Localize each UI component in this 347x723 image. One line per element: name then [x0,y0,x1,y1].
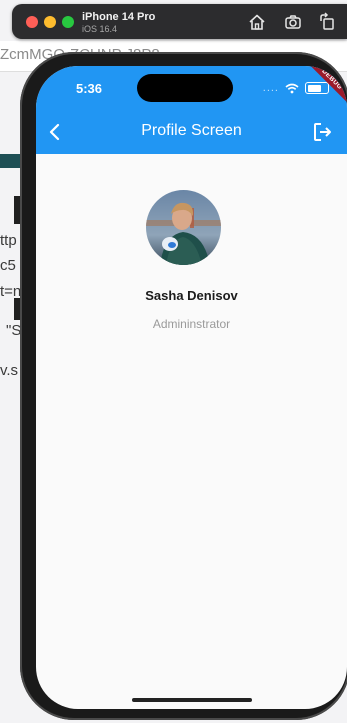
battery-level [307,84,322,92]
status-time: 5:36 [76,81,103,96]
dynamic-island [137,74,233,102]
logout-icon[interactable] [312,121,334,143]
profile-name: Sasha Denisov [145,288,238,303]
app-bar: 5:36 .... DEBUG Profile Screen [36,66,347,154]
page-title: Profile Screen [141,122,242,139]
close-window-button[interactable] [26,16,38,28]
editor-text-fragment: t=n [0,283,22,300]
minimize-window-button[interactable] [44,16,56,28]
rotate-icon[interactable] [317,12,337,32]
battery-icon [305,82,329,94]
editor-text-fragment: v.s [0,362,19,379]
simulator-os-version: iOS 16.4 [82,24,118,34]
simulator-device-name: iPhone 14 Pro [82,11,156,23]
status-indicators: .... [263,80,329,96]
avatar [146,190,221,265]
home-indicator[interactable] [132,698,252,702]
phone-screen: 5:36 .... DEBUG Profile Screen Sasha Den… [36,66,347,709]
screenshot-icon[interactable] [283,12,303,32]
profile-role: Admininstrator [152,317,231,331]
editor-text-fragment: c5 [0,257,16,274]
signal-icon: .... [262,82,279,94]
home-icon[interactable] [247,12,267,32]
editor-text-fragment: ttp [0,232,17,249]
simulator-toolbar: iPhone 14 Pro iOS 16.4 [12,4,347,39]
wifi-icon [285,83,299,93]
zoom-window-button[interactable] [62,16,74,28]
